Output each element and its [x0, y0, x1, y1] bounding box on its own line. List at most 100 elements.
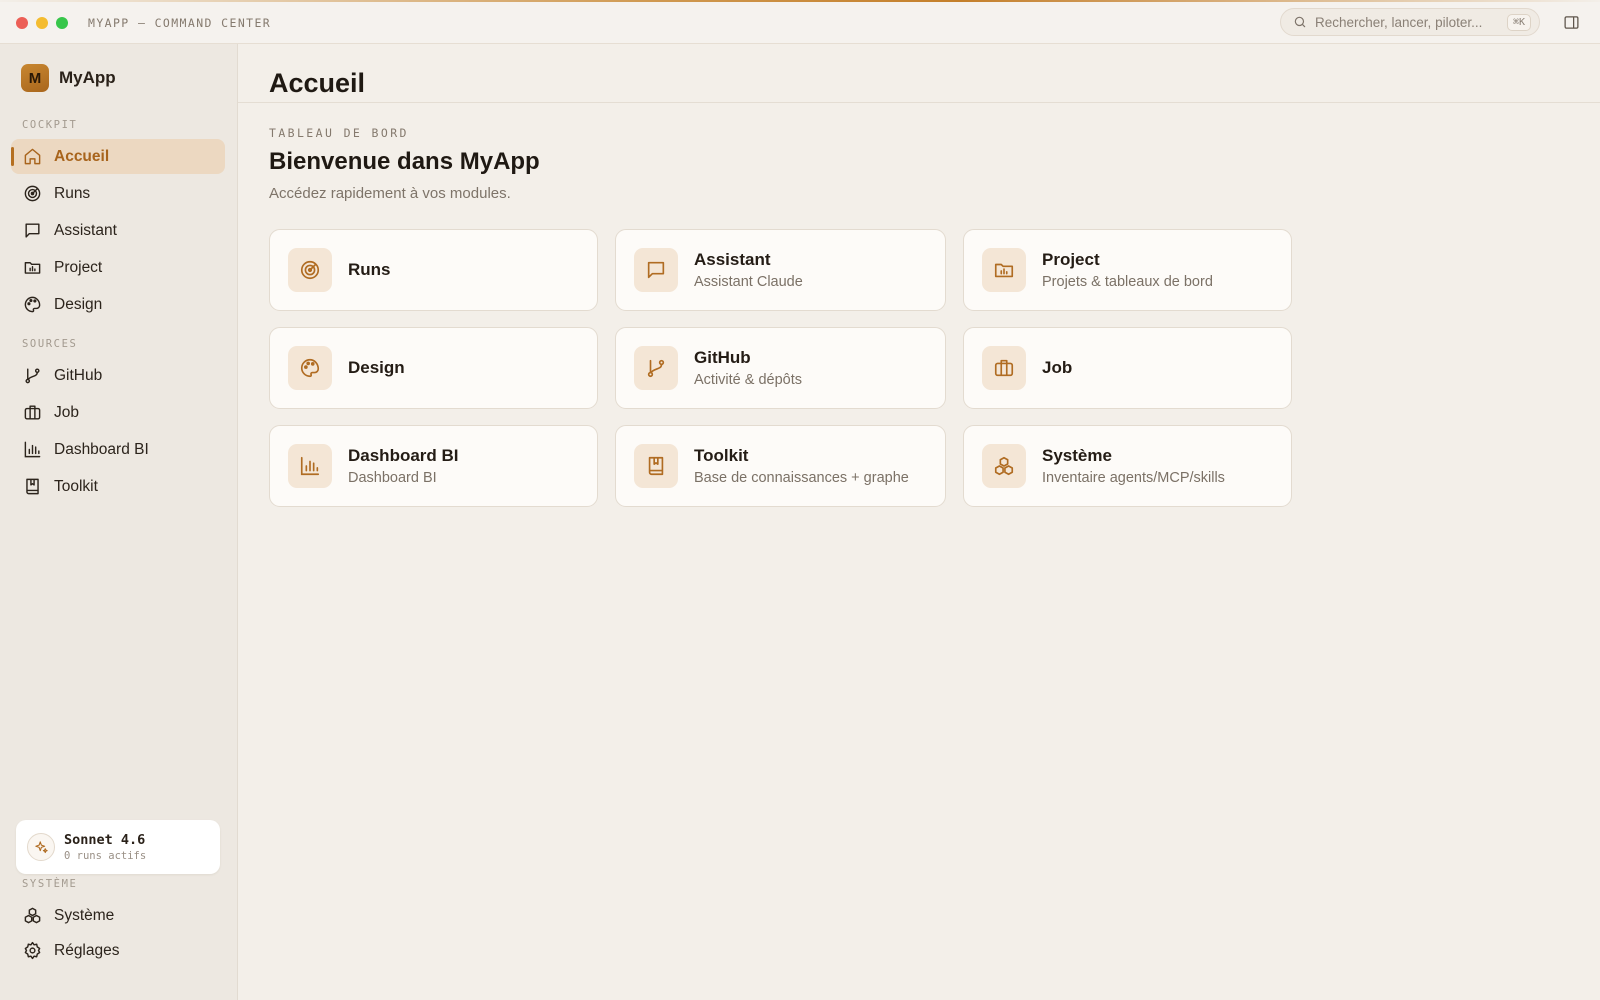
- sidebar-item-label: Système: [54, 906, 115, 924]
- card-icon-wrap: [634, 248, 678, 292]
- git-branch-icon: [647, 359, 665, 378]
- model-icon-wrap: [27, 833, 55, 861]
- radar-icon: [300, 260, 320, 280]
- window-title: MYAPP — COMMAND CENTER: [88, 15, 272, 30]
- sidebar-item-label: GitHub: [54, 366, 103, 384]
- card-title: Assistant: [694, 250, 771, 269]
- book-icon: [26, 478, 39, 495]
- card-description: Dashboard BI: [348, 470, 437, 486]
- card-title: GitHub: [694, 348, 751, 367]
- model-status-card[interactable]: Sonnet 4.6 0 runs actifs: [16, 820, 220, 874]
- card-icon-wrap: [288, 346, 332, 390]
- close-window-button[interactable]: [16, 16, 28, 29]
- sidebar-item-label: Toolkit: [54, 477, 98, 495]
- bar-chart-icon: [300, 456, 320, 476]
- card-icon-wrap: [982, 248, 1026, 292]
- briefcase-icon: [994, 359, 1014, 377]
- section-label-cockpit: COCKPIT: [22, 119, 78, 131]
- sidebar-item-design[interactable]: Design: [11, 287, 225, 322]
- card-description: Base de connaissances + graphe: [694, 470, 909, 486]
- module-grid: Runs Assistant Assistant Claude Project …: [269, 229, 1292, 507]
- brand-name: MyApp: [59, 68, 116, 87]
- sidebar-item-label: Dashboard BI: [54, 440, 149, 458]
- sidebar-item-label: Assistant: [54, 221, 117, 239]
- search-icon: [1294, 16, 1306, 28]
- message-icon: [647, 261, 665, 279]
- sidebar-item-github[interactable]: GitHub: [11, 358, 225, 393]
- card-description: Inventaire agents/MCP/skills: [1042, 470, 1225, 486]
- module-card-dashboard-bi[interactable]: Dashboard BI Dashboard BI: [269, 425, 598, 507]
- card-icon-wrap: [634, 346, 678, 390]
- sidebar-item-dashboard-bi[interactable]: Dashboard BI: [11, 432, 225, 467]
- git-branch-icon: [25, 368, 40, 384]
- section-eyebrow: TABLEAU DE BORD: [269, 126, 409, 140]
- sparkles-icon: [34, 840, 48, 853]
- briefcase-icon: [24, 405, 41, 420]
- sidebar-item-label: Accueil: [54, 147, 110, 165]
- section-label-sources: SOURCES: [22, 338, 78, 350]
- module-card-runs[interactable]: Runs: [269, 229, 598, 311]
- sidebar-item-accueil[interactable]: Accueil: [11, 139, 225, 174]
- module-card-github[interactable]: GitHub Activité & dépôts: [615, 327, 946, 409]
- folder-chart-icon: [994, 263, 1014, 278]
- main-content: Accueil TABLEAU DE BORD Bienvenue dans M…: [238, 44, 1600, 1000]
- boxes-icon: [994, 456, 1014, 476]
- radar-icon: [24, 185, 41, 202]
- card-description: Assistant Claude: [694, 274, 803, 290]
- sidebar-toggle-icon: [1564, 16, 1579, 29]
- minimize-window-button[interactable]: [36, 16, 48, 29]
- zoom-window-button[interactable]: [56, 16, 68, 29]
- welcome-heading: Bienvenue dans MyApp: [269, 148, 540, 175]
- module-card-job[interactable]: Job: [963, 327, 1292, 409]
- card-title: Système: [1042, 446, 1112, 465]
- book-icon: [648, 456, 664, 476]
- sidebar-item-reglages[interactable]: Réglages: [11, 933, 225, 968]
- palette-icon: [24, 296, 41, 313]
- card-icon-wrap: [634, 444, 678, 488]
- sidebar-item-label: Runs: [54, 184, 91, 202]
- sidebar-item-assistant[interactable]: Assistant: [11, 213, 225, 248]
- model-name: Sonnet 4.6: [64, 832, 146, 848]
- card-title: Job: [1042, 358, 1073, 377]
- brand[interactable]: M MyApp: [21, 64, 116, 92]
- toggle-panel-button[interactable]: [1563, 14, 1580, 36]
- sidebar-item-project[interactable]: Project: [11, 250, 225, 285]
- folder-chart-icon: [24, 262, 41, 274]
- search-placeholder: Rechercher, lancer, piloter...: [1315, 14, 1483, 30]
- sidebar-item-label: Design: [54, 295, 103, 313]
- card-icon-wrap: [288, 444, 332, 488]
- card-title: Project: [1042, 250, 1100, 269]
- card-title: Dashboard BI: [348, 446, 459, 465]
- sidebar: M MyApp COCKPIT Accueil Runs Assistant P…: [0, 44, 238, 1000]
- palette-icon: [301, 358, 320, 378]
- card-title: Toolkit: [694, 446, 749, 465]
- card-icon-wrap: [982, 346, 1026, 390]
- module-card-toolkit[interactable]: Toolkit Base de connaissances + graphe: [615, 425, 946, 507]
- module-card-design[interactable]: Design: [269, 327, 598, 409]
- section-label-systeme: SYSTÈME: [22, 878, 78, 890]
- bar-chart-icon: [24, 441, 41, 458]
- welcome-subtitle: Accédez rapidement à vos modules.: [269, 185, 511, 202]
- page-title: Accueil: [269, 68, 366, 98]
- window-controls: [16, 16, 68, 29]
- sidebar-item-label: Job: [54, 403, 79, 421]
- card-icon-wrap: [288, 248, 332, 292]
- card-description: Projets & tableaux de bord: [1042, 274, 1213, 290]
- sidebar-item-label: Project: [54, 258, 103, 276]
- card-icon-wrap: [982, 444, 1026, 488]
- sidebar-item-runs[interactable]: Runs: [11, 176, 225, 211]
- card-description: Activité & dépôts: [694, 372, 802, 388]
- sidebar-item-job[interactable]: Job: [11, 395, 225, 430]
- sidebar-item-label: Réglages: [54, 941, 120, 959]
- boxes-icon: [24, 907, 41, 924]
- search-input[interactable]: Rechercher, lancer, piloter... ⌘K: [1280, 8, 1540, 36]
- sidebar-item-toolkit[interactable]: Toolkit: [11, 469, 225, 504]
- module-card-systeme[interactable]: Système Inventaire agents/MCP/skills: [963, 425, 1292, 507]
- sidebar-item-systeme[interactable]: Système: [11, 898, 225, 933]
- card-title: Design: [348, 358, 405, 377]
- search-shortcut: ⌘K: [1506, 13, 1531, 31]
- module-card-assistant[interactable]: Assistant Assistant Claude: [615, 229, 946, 311]
- page-header: Accueil: [238, 44, 1600, 103]
- module-card-project[interactable]: Project Projets & tableaux de bord: [963, 229, 1292, 311]
- model-status: 0 runs actifs: [64, 850, 147, 862]
